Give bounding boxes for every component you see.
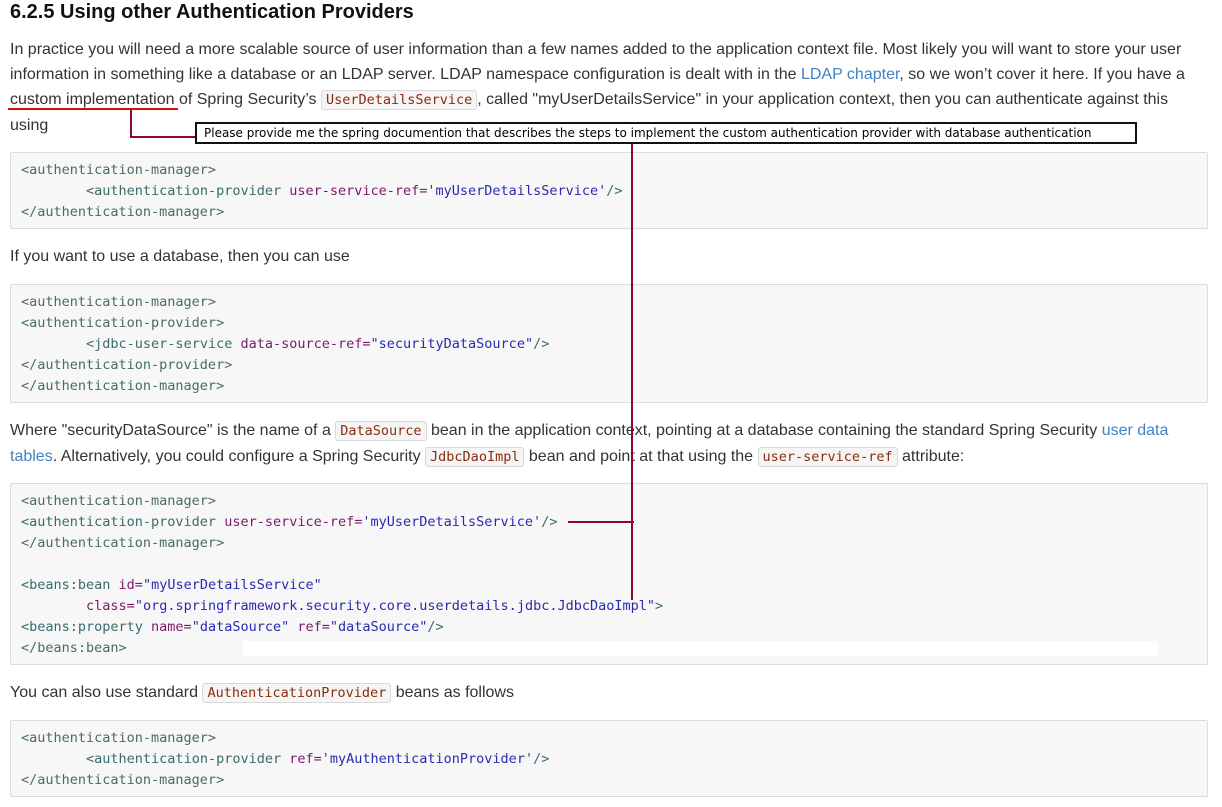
code-line: <authentication-provider>	[21, 315, 225, 331]
code-line: <authentication-manager>	[21, 493, 217, 509]
redaction-strip	[243, 641, 1158, 656]
code-line: <authentication-manager>	[21, 162, 217, 178]
code-block-jdbcdaoimpl-bean: <authentication-manager> <authentication…	[10, 483, 1208, 665]
ldap-chapter-link[interactable]: LDAP chapter	[801, 66, 899, 83]
code-line: </authentication-manager>	[21, 772, 225, 788]
code-line: <authentication-provider ref='myAuthenti…	[86, 751, 550, 767]
code-line: <beans:property name="dataSource" ref="d…	[21, 619, 444, 635]
code-line: <jdbc-user-service data-source-ref="secu…	[86, 336, 550, 352]
code-line: <beans:bean id="myUserDetailsService"	[21, 577, 322, 593]
code-block-provider-ref: <authentication-manager> <authentication…	[10, 720, 1208, 797]
code-line: </authentication-manager>	[21, 378, 225, 394]
inline-code-authenticationprovider: AuthenticationProvider	[202, 683, 392, 703]
code-line: <authentication-manager>	[21, 730, 217, 746]
underlined-phrase: custom implementation	[10, 91, 175, 108]
code-line: <authentication-provider user-service-re…	[86, 183, 623, 199]
authentication-provider-paragraph: You can also use standard Authentication…	[10, 683, 514, 703]
code-line: <authentication-manager>	[21, 294, 217, 310]
section-heading: 6.2.5 Using other Authentication Provide…	[10, 1, 414, 23]
annotation-callout: Please provide me the spring documention…	[195, 122, 1137, 144]
code-line: </authentication-provider>	[21, 357, 233, 373]
datasource-paragraph: Where "securityDataSource" is the name o…	[10, 421, 1169, 467]
database-paragraph: If you want to use a database, then you …	[10, 248, 350, 265]
code-block-jdbc-user-service: <authentication-manager> <authentication…	[10, 284, 1208, 403]
code-line: <authentication-provider user-service-re…	[21, 514, 558, 530]
code-line: </authentication-manager>	[21, 204, 225, 220]
inline-code-datasource: DataSource	[335, 421, 427, 441]
inline-code-userdetailsservice: UserDetailsService	[320, 90, 478, 110]
code-line: class="org.springframework.security.core…	[86, 598, 664, 614]
code-block-user-service-ref: <authentication-manager> <authentication…	[10, 152, 1208, 229]
inline-code-user-service-ref: user-service-ref	[757, 447, 898, 467]
code-line: </authentication-manager>	[21, 535, 225, 551]
inline-code-jdbcdaoimpl: JdbcDaoImpl	[425, 447, 525, 467]
